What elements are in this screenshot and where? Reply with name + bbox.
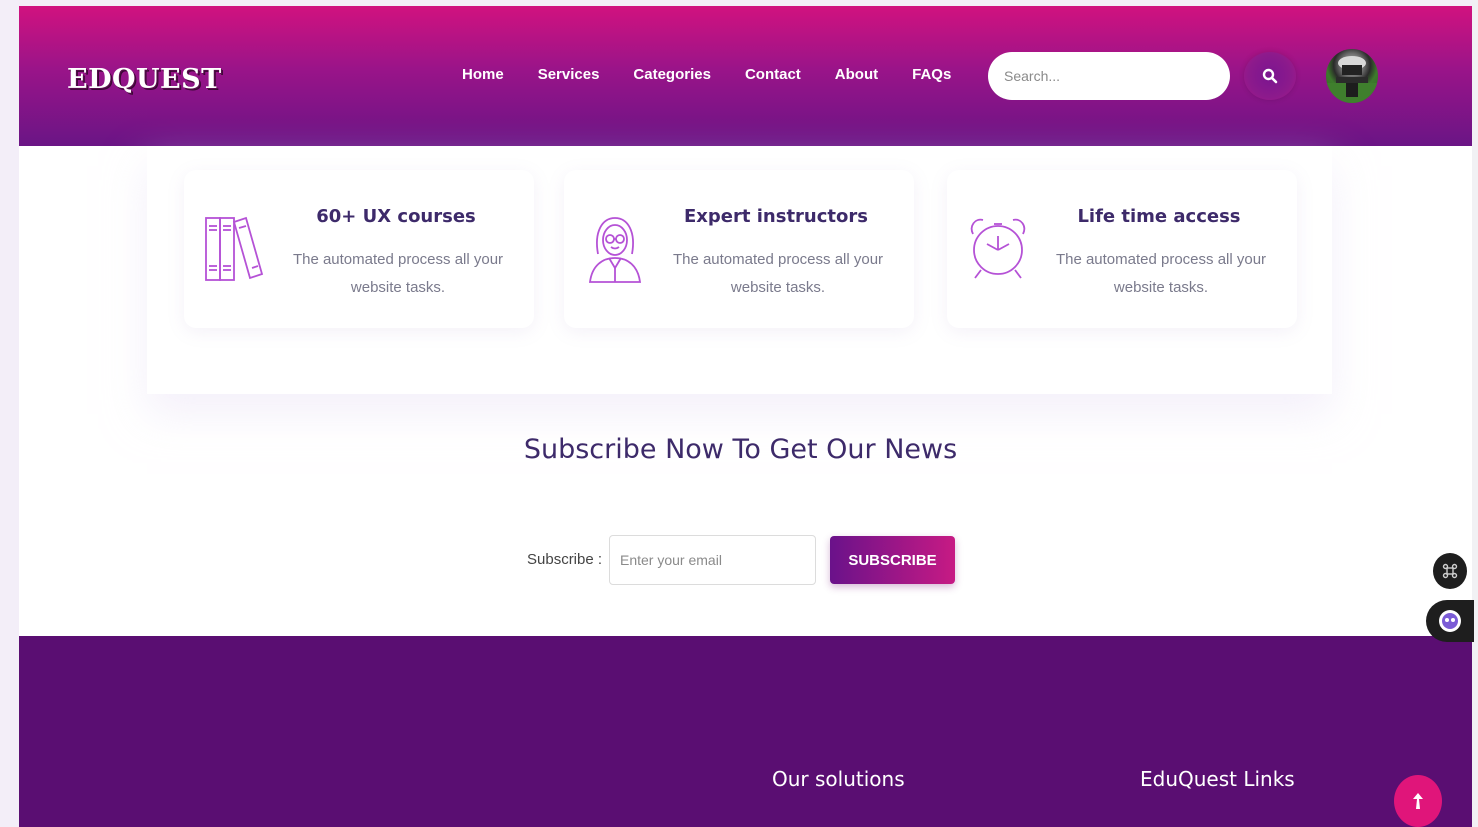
subscribe-button[interactable]: SUBSCRIBE [830, 536, 955, 584]
email-field[interactable] [609, 535, 816, 585]
arrow-up-icon [1413, 793, 1423, 809]
feature-text: The automated process all your website t… [292, 251, 504, 296]
page: EDQUEST Home Services Categories Contact… [19, 6, 1472, 827]
chat-widget-button[interactable] [1426, 600, 1474, 642]
feature-card-instructors: Expert instructors The automated process… [564, 170, 914, 328]
search-input[interactable] [988, 52, 1230, 100]
avatar-image [1326, 56, 1378, 103]
logo[interactable]: EDQUEST [67, 64, 222, 95]
feature-card-courses: 60+ UX courses The automated process all… [184, 170, 534, 328]
feature-text: The automated process all your website t… [1055, 251, 1267, 296]
feature-title: Life time access [1077, 206, 1241, 227]
feature-text: The automated process all your website t… [672, 251, 884, 296]
main-nav: Home Services Categories Contact About F… [462, 66, 985, 83]
command-icon [1442, 563, 1458, 579]
features-section: 60+ UX courses The automated process all… [147, 146, 1332, 394]
scrollbar[interactable] [1472, 0, 1478, 827]
footer-heading-solutions: Our solutions [772, 767, 905, 791]
search-button[interactable] [1244, 52, 1296, 100]
search-icon [1262, 68, 1278, 84]
nav-contact[interactable]: Contact [745, 66, 801, 83]
nav-services[interactable]: Services [538, 66, 600, 83]
feature-title: Expert instructors [684, 206, 868, 227]
command-widget-button[interactable] [1433, 553, 1467, 589]
books-icon [205, 216, 264, 281]
subscribe-label: Subscribe : [527, 551, 603, 568]
nav-categories[interactable]: Categories [633, 66, 711, 83]
footer-heading-links: EduQuest Links [1140, 767, 1295, 791]
footer: Our solutions EduQuest Links [19, 636, 1472, 827]
scroll-to-top-button[interactable] [1394, 775, 1442, 827]
avatar[interactable] [1326, 49, 1378, 103]
nav-home[interactable]: Home [462, 66, 504, 83]
nav-faqs[interactable]: FAQs [912, 66, 951, 83]
nav-about[interactable]: About [835, 66, 878, 83]
instructor-icon [588, 217, 642, 283]
header: EDQUEST Home Services Categories Contact… [19, 6, 1472, 146]
feature-card-lifetime: Life time access The automated process a… [947, 170, 1297, 328]
subscribe-title: Subscribe Now To Get Our News [523, 434, 958, 465]
chat-bot-icon [1439, 610, 1461, 632]
alarm-clock-icon [970, 218, 1026, 279]
feature-title: 60+ UX courses [316, 206, 476, 227]
